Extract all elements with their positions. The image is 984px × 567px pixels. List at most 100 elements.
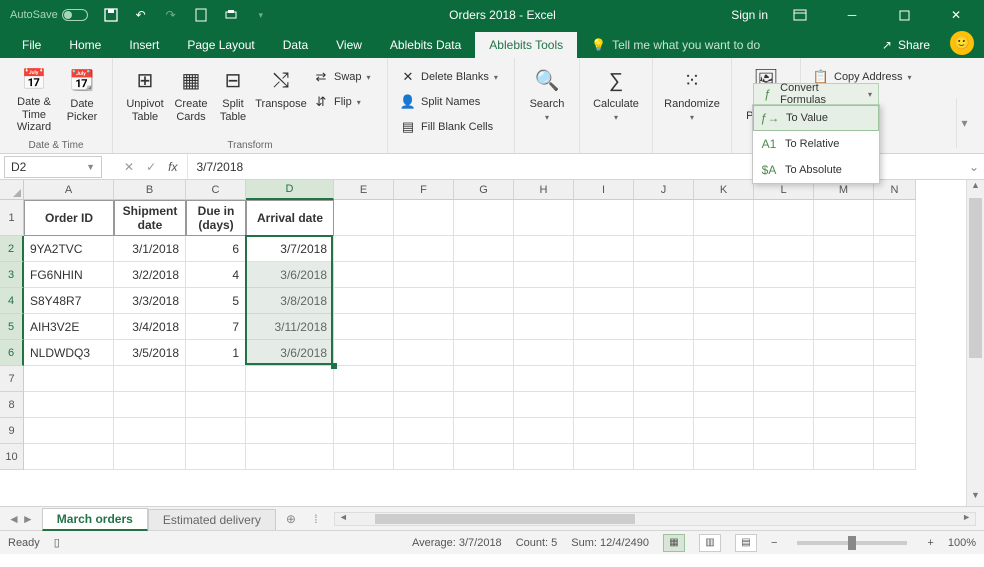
row-header-10[interactable]: 10 bbox=[0, 444, 24, 470]
tab-file[interactable]: File bbox=[8, 32, 55, 58]
cell[interactable] bbox=[334, 366, 394, 392]
cell[interactable] bbox=[814, 366, 874, 392]
cell[interactable] bbox=[754, 200, 814, 236]
sign-in-link[interactable]: Sign in bbox=[731, 8, 768, 22]
cell[interactable] bbox=[394, 236, 454, 262]
cell[interactable]: NLDWDQ3 bbox=[24, 340, 114, 366]
cell[interactable] bbox=[574, 418, 634, 444]
cell[interactable] bbox=[574, 392, 634, 418]
cell[interactable]: S8Y48R7 bbox=[24, 288, 114, 314]
selection-handle[interactable] bbox=[331, 363, 337, 369]
cell[interactable] bbox=[694, 392, 754, 418]
row-header-9[interactable]: 9 bbox=[0, 418, 24, 444]
cell[interactable] bbox=[394, 340, 454, 366]
column-header-E[interactable]: E bbox=[334, 180, 394, 200]
cell[interactable] bbox=[334, 200, 394, 236]
add-sheet-button[interactable]: ⊕ bbox=[276, 512, 306, 526]
cell[interactable] bbox=[454, 444, 514, 470]
sheet-nav-prev-icon[interactable]: ◄ bbox=[8, 512, 20, 526]
randomize-button[interactable]: ⁙Randomize bbox=[661, 62, 723, 134]
cell[interactable] bbox=[114, 418, 186, 444]
horizontal-scrollbar[interactable]: ◄ ► bbox=[334, 512, 976, 526]
cell[interactable]: 3/3/2018 bbox=[114, 288, 186, 314]
cell[interactable] bbox=[754, 444, 814, 470]
name-box[interactable]: D2 ▼ bbox=[4, 156, 102, 178]
cell[interactable]: 3/6/2018 bbox=[246, 340, 334, 366]
autosave-toggle[interactable]: AutoSave bbox=[4, 9, 94, 21]
cell[interactable] bbox=[754, 366, 814, 392]
swap-button[interactable]: ⇄Swap bbox=[309, 66, 375, 88]
calculate-button[interactable]: ∑Calculate bbox=[588, 62, 644, 134]
tab-ablebits-data[interactable]: Ablebits Data bbox=[376, 32, 475, 58]
cell[interactable] bbox=[874, 288, 916, 314]
date-picker-button[interactable]: 📆Date Picker bbox=[60, 62, 104, 134]
cell[interactable] bbox=[24, 418, 114, 444]
cell[interactable] bbox=[694, 200, 754, 236]
share-button[interactable]: ↗ Share bbox=[868, 32, 944, 58]
cell[interactable] bbox=[246, 444, 334, 470]
cell[interactable] bbox=[874, 314, 916, 340]
cell[interactable] bbox=[694, 366, 754, 392]
cell[interactable] bbox=[754, 340, 814, 366]
cell[interactable] bbox=[334, 314, 394, 340]
split-names-button[interactable]: 👤Split Names bbox=[396, 91, 484, 113]
cell[interactable] bbox=[814, 288, 874, 314]
cell[interactable] bbox=[574, 262, 634, 288]
formula-bar-expand-icon[interactable]: ⌄ bbox=[964, 160, 984, 174]
redo-button[interactable]: ↷ bbox=[158, 2, 184, 28]
scroll-right-icon[interactable]: ► bbox=[962, 512, 971, 522]
cell[interactable] bbox=[114, 366, 186, 392]
cell[interactable]: Due in (days) bbox=[186, 200, 246, 236]
cell[interactable] bbox=[574, 288, 634, 314]
cell[interactable] bbox=[814, 200, 874, 236]
cell[interactable] bbox=[814, 340, 874, 366]
scroll-down-icon[interactable]: ▼ bbox=[967, 490, 984, 506]
cell[interactable] bbox=[574, 340, 634, 366]
cell[interactable] bbox=[186, 366, 246, 392]
cell[interactable] bbox=[514, 236, 574, 262]
cell[interactable]: 3/8/2018 bbox=[246, 288, 334, 314]
cell[interactable] bbox=[814, 262, 874, 288]
cell[interactable] bbox=[334, 340, 394, 366]
cell[interactable] bbox=[874, 392, 916, 418]
cell[interactable] bbox=[186, 444, 246, 470]
row-header-7[interactable]: 7 bbox=[0, 366, 24, 392]
cell[interactable]: 3/2/2018 bbox=[114, 262, 186, 288]
cell[interactable] bbox=[394, 314, 454, 340]
sheet-nav-next-icon[interactable]: ► bbox=[22, 512, 34, 526]
cell[interactable] bbox=[24, 392, 114, 418]
undo-button[interactable]: ↶ bbox=[128, 2, 154, 28]
cell[interactable] bbox=[694, 288, 754, 314]
ribbon-overflow-button[interactable]: ▾ bbox=[956, 98, 972, 148]
cell[interactable] bbox=[514, 262, 574, 288]
menu-to-absolute[interactable]: $ATo Absolute bbox=[753, 157, 879, 183]
cell[interactable] bbox=[454, 288, 514, 314]
row-header-4[interactable]: 4 bbox=[0, 288, 24, 314]
cell[interactable] bbox=[754, 236, 814, 262]
cell[interactable] bbox=[454, 200, 514, 236]
cell[interactable]: 1 bbox=[186, 340, 246, 366]
tab-data[interactable]: Data bbox=[269, 32, 322, 58]
cell[interactable] bbox=[694, 236, 754, 262]
cell[interactable] bbox=[514, 314, 574, 340]
horizontal-scroll-thumb[interactable] bbox=[375, 514, 635, 524]
cell[interactable] bbox=[574, 314, 634, 340]
row-header-5[interactable]: 5 bbox=[0, 314, 24, 340]
cell[interactable]: 5 bbox=[186, 288, 246, 314]
vertical-scrollbar[interactable]: ▲ ▼ bbox=[966, 180, 984, 506]
cell[interactable] bbox=[334, 288, 394, 314]
quick-print-button[interactable] bbox=[218, 2, 244, 28]
sheet-tab-estimated-delivery[interactable]: Estimated delivery bbox=[148, 509, 276, 530]
cell[interactable] bbox=[754, 288, 814, 314]
cell[interactable] bbox=[874, 262, 916, 288]
cell[interactable] bbox=[454, 392, 514, 418]
cell[interactable] bbox=[514, 392, 574, 418]
menu-to-relative[interactable]: A1To Relative bbox=[753, 131, 879, 157]
cell[interactable] bbox=[754, 418, 814, 444]
tab-ablebits-tools[interactable]: Ablebits Tools bbox=[475, 32, 577, 58]
cell[interactable] bbox=[574, 444, 634, 470]
row-header-8[interactable]: 8 bbox=[0, 392, 24, 418]
cell[interactable] bbox=[874, 236, 916, 262]
cell[interactable] bbox=[574, 366, 634, 392]
tab-view[interactable]: View bbox=[322, 32, 376, 58]
